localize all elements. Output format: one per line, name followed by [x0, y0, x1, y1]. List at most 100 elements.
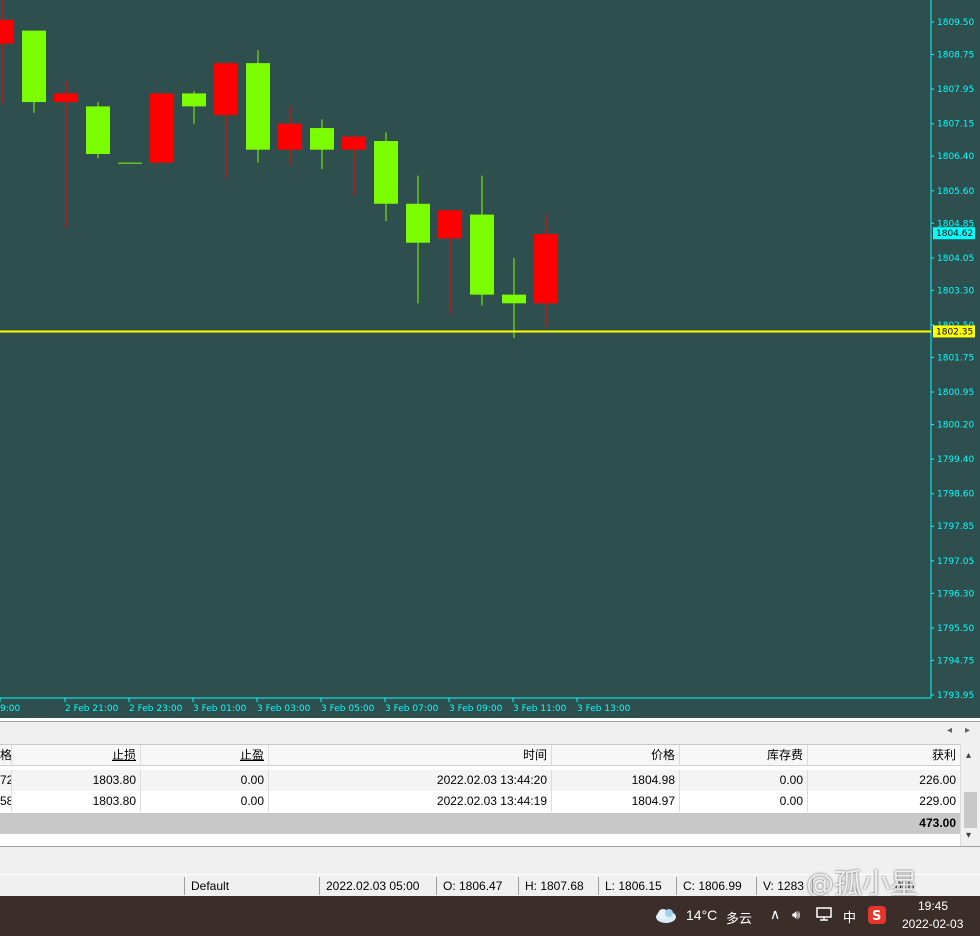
cell-price: 1804.97: [552, 791, 680, 812]
candle-body: [502, 294, 526, 304]
clock-time[interactable]: 19:45: [918, 899, 948, 913]
terminal-scrollbar[interactable]: ▴ ▾: [960, 744, 980, 846]
header-swap[interactable]: 库存费: [680, 745, 808, 766]
header-stop-loss[interactable]: 止损: [12, 745, 141, 766]
header-price[interactable]: 价格: [552, 745, 680, 766]
candle-body: [406, 203, 430, 243]
candle-body: [150, 93, 174, 163]
table-row[interactable]: 58 1803.80 0.00 2022.02.03 13:44:19 1804…: [0, 791, 960, 812]
price-tick-label: 1804.05: [937, 254, 974, 264]
cell-take-profit: 0.00: [141, 770, 269, 791]
clock-date[interactable]: 2022-02-03: [902, 917, 963, 931]
svg-text:S: S: [872, 909, 881, 924]
price-tick-label: 1809.50: [937, 18, 974, 28]
cell-profit: 226.00: [919, 773, 956, 787]
time-tick-label: 3 Feb 03:00: [257, 704, 311, 714]
price-tick-label: 1794.75: [937, 656, 974, 666]
candle-body: [22, 30, 46, 103]
candle-body: [310, 128, 334, 150]
cell-swap: 0.00: [680, 791, 808, 812]
time-tick-label: 3 Feb 01:00: [193, 704, 247, 714]
bid-tag: 1804.62: [936, 229, 973, 239]
candle-body: [0, 19, 14, 44]
status-profile[interactable]: Default: [184, 877, 316, 895]
status-high: H: 1807.68: [518, 877, 598, 895]
price-tick-label: 1800.95: [937, 388, 974, 398]
candle-body: [342, 136, 366, 150]
app-window: 1809.50 1808.75 1807.95 1807.15 1806.40 1805.…: [0, 0, 980, 936]
scroll-down-icon[interactable]: ▾: [966, 830, 971, 841]
candle-body: [438, 210, 462, 239]
status-datetime: 2022.02.03 05:00: [319, 877, 435, 895]
cell-open-price: 58: [0, 791, 12, 812]
price-tick-label: 1807.95: [937, 85, 974, 95]
scrollbar-thumb[interactable]: [964, 792, 977, 828]
time-tick-label: 3 Feb 07:00: [385, 704, 439, 714]
scroll-right-icon[interactable]: ▸: [965, 725, 970, 736]
table-row[interactable]: 72 1803.80 0.00 2022.02.03 13:44:20 1804…: [0, 770, 960, 791]
cell-stop-loss: 1803.80: [12, 770, 141, 791]
price-tick-label: 1796.30: [937, 589, 974, 599]
candle-body: [278, 123, 302, 150]
price-chart[interactable]: 1809.50 1808.75 1807.95 1807.15 1806.40 1805.…: [0, 0, 980, 718]
scroll-up-icon[interactable]: ▴: [966, 750, 971, 761]
header-take-profit[interactable]: 止盈: [141, 745, 269, 766]
cell-swap: 0.00: [680, 770, 808, 791]
candle-body: [86, 106, 110, 155]
weather-condition[interactable]: 多云: [726, 908, 752, 927]
status-volume: V: 1283: [756, 877, 812, 895]
candle-body: [54, 93, 78, 103]
cell-time: 2022.02.03 13:44:20: [269, 770, 552, 791]
ime-indicator[interactable]: 中: [843, 907, 856, 926]
cloud-icon[interactable]: [654, 905, 678, 925]
cell-stop-loss: 1803.80: [12, 791, 141, 812]
table-header-row: 格 止损 止盈 时间 价格 库存费 获利: [0, 745, 960, 766]
time-tick-label: 3 Feb 05:00: [321, 704, 375, 714]
time-tick-label: 3 Feb 09:00: [449, 704, 503, 714]
price-tick-label: 1798.60: [937, 490, 974, 500]
price-tick-label: 1800.20: [937, 421, 974, 431]
terminal-table: 格 止损 止盈 时间 价格 库存费 获利 72 1803.80 0.00 202…: [0, 744, 980, 846]
price-tick-label: 1808.75: [937, 50, 974, 60]
candle-body: [246, 63, 270, 150]
header-time[interactable]: 时间: [269, 745, 552, 766]
cell-price: 1804.98: [552, 770, 680, 791]
price-tick-label: 1799.40: [937, 455, 974, 465]
time-tick-label: 2 Feb 23:00: [129, 704, 183, 714]
time-tick-label: 9:00: [0, 704, 20, 714]
price-tick-label: 1797.05: [937, 557, 974, 567]
header-price-open[interactable]: 格: [0, 745, 12, 766]
taskbar: 14°C 多云 ∧ 🔊︎ 中 S 19:45 2022-02-03: [0, 896, 980, 936]
time-tick-label: 3 Feb 11:00: [513, 704, 567, 714]
scroll-left-icon[interactable]: ◂: [947, 725, 952, 736]
candle-body: [214, 63, 238, 116]
candle-body: [374, 141, 398, 204]
price-tick-label: 1801.75: [937, 353, 974, 363]
price-tick-label: 1805.60: [937, 187, 974, 197]
table-total-row: 473.00: [0, 813, 960, 834]
cell-time: 2022.02.03 13:44:19: [269, 791, 552, 812]
chevron-up-icon[interactable]: ∧: [770, 906, 780, 923]
price-tick-label: 1793.95: [937, 691, 974, 701]
candle-body: [534, 234, 558, 304]
cell-profit: 229.00: [919, 794, 956, 808]
header-profit[interactable]: 获利: [808, 745, 960, 766]
speaker-icon[interactable]: 🔊︎: [792, 907, 800, 923]
price-tick-label: 1803.30: [937, 286, 974, 296]
network-icon[interactable]: [816, 906, 834, 922]
sogou-input-icon[interactable]: S: [868, 906, 886, 924]
candle-body: [182, 93, 206, 107]
status-low: L: 1806.15: [598, 877, 676, 895]
candle-body: [470, 214, 494, 295]
chart-canvas[interactable]: 1809.50 1808.75 1807.95 1807.15 1806.40 1805.…: [0, 0, 980, 718]
total-profit: 473.00: [919, 816, 956, 830]
price-tick-label: 1795.50: [937, 624, 974, 634]
cell-open-price: 72: [0, 770, 12, 791]
time-tick-label: 2 Feb 21:00: [65, 704, 119, 714]
price-tick-label: 1807.15: [937, 120, 974, 130]
weather-temperature[interactable]: 14°C: [686, 907, 717, 923]
status-close: C: 1806.99: [676, 877, 756, 895]
candle-body: [118, 162, 142, 164]
horizontal-line-tag: 1802.35: [936, 327, 973, 337]
price-tick-label: 1797.85: [937, 522, 974, 532]
